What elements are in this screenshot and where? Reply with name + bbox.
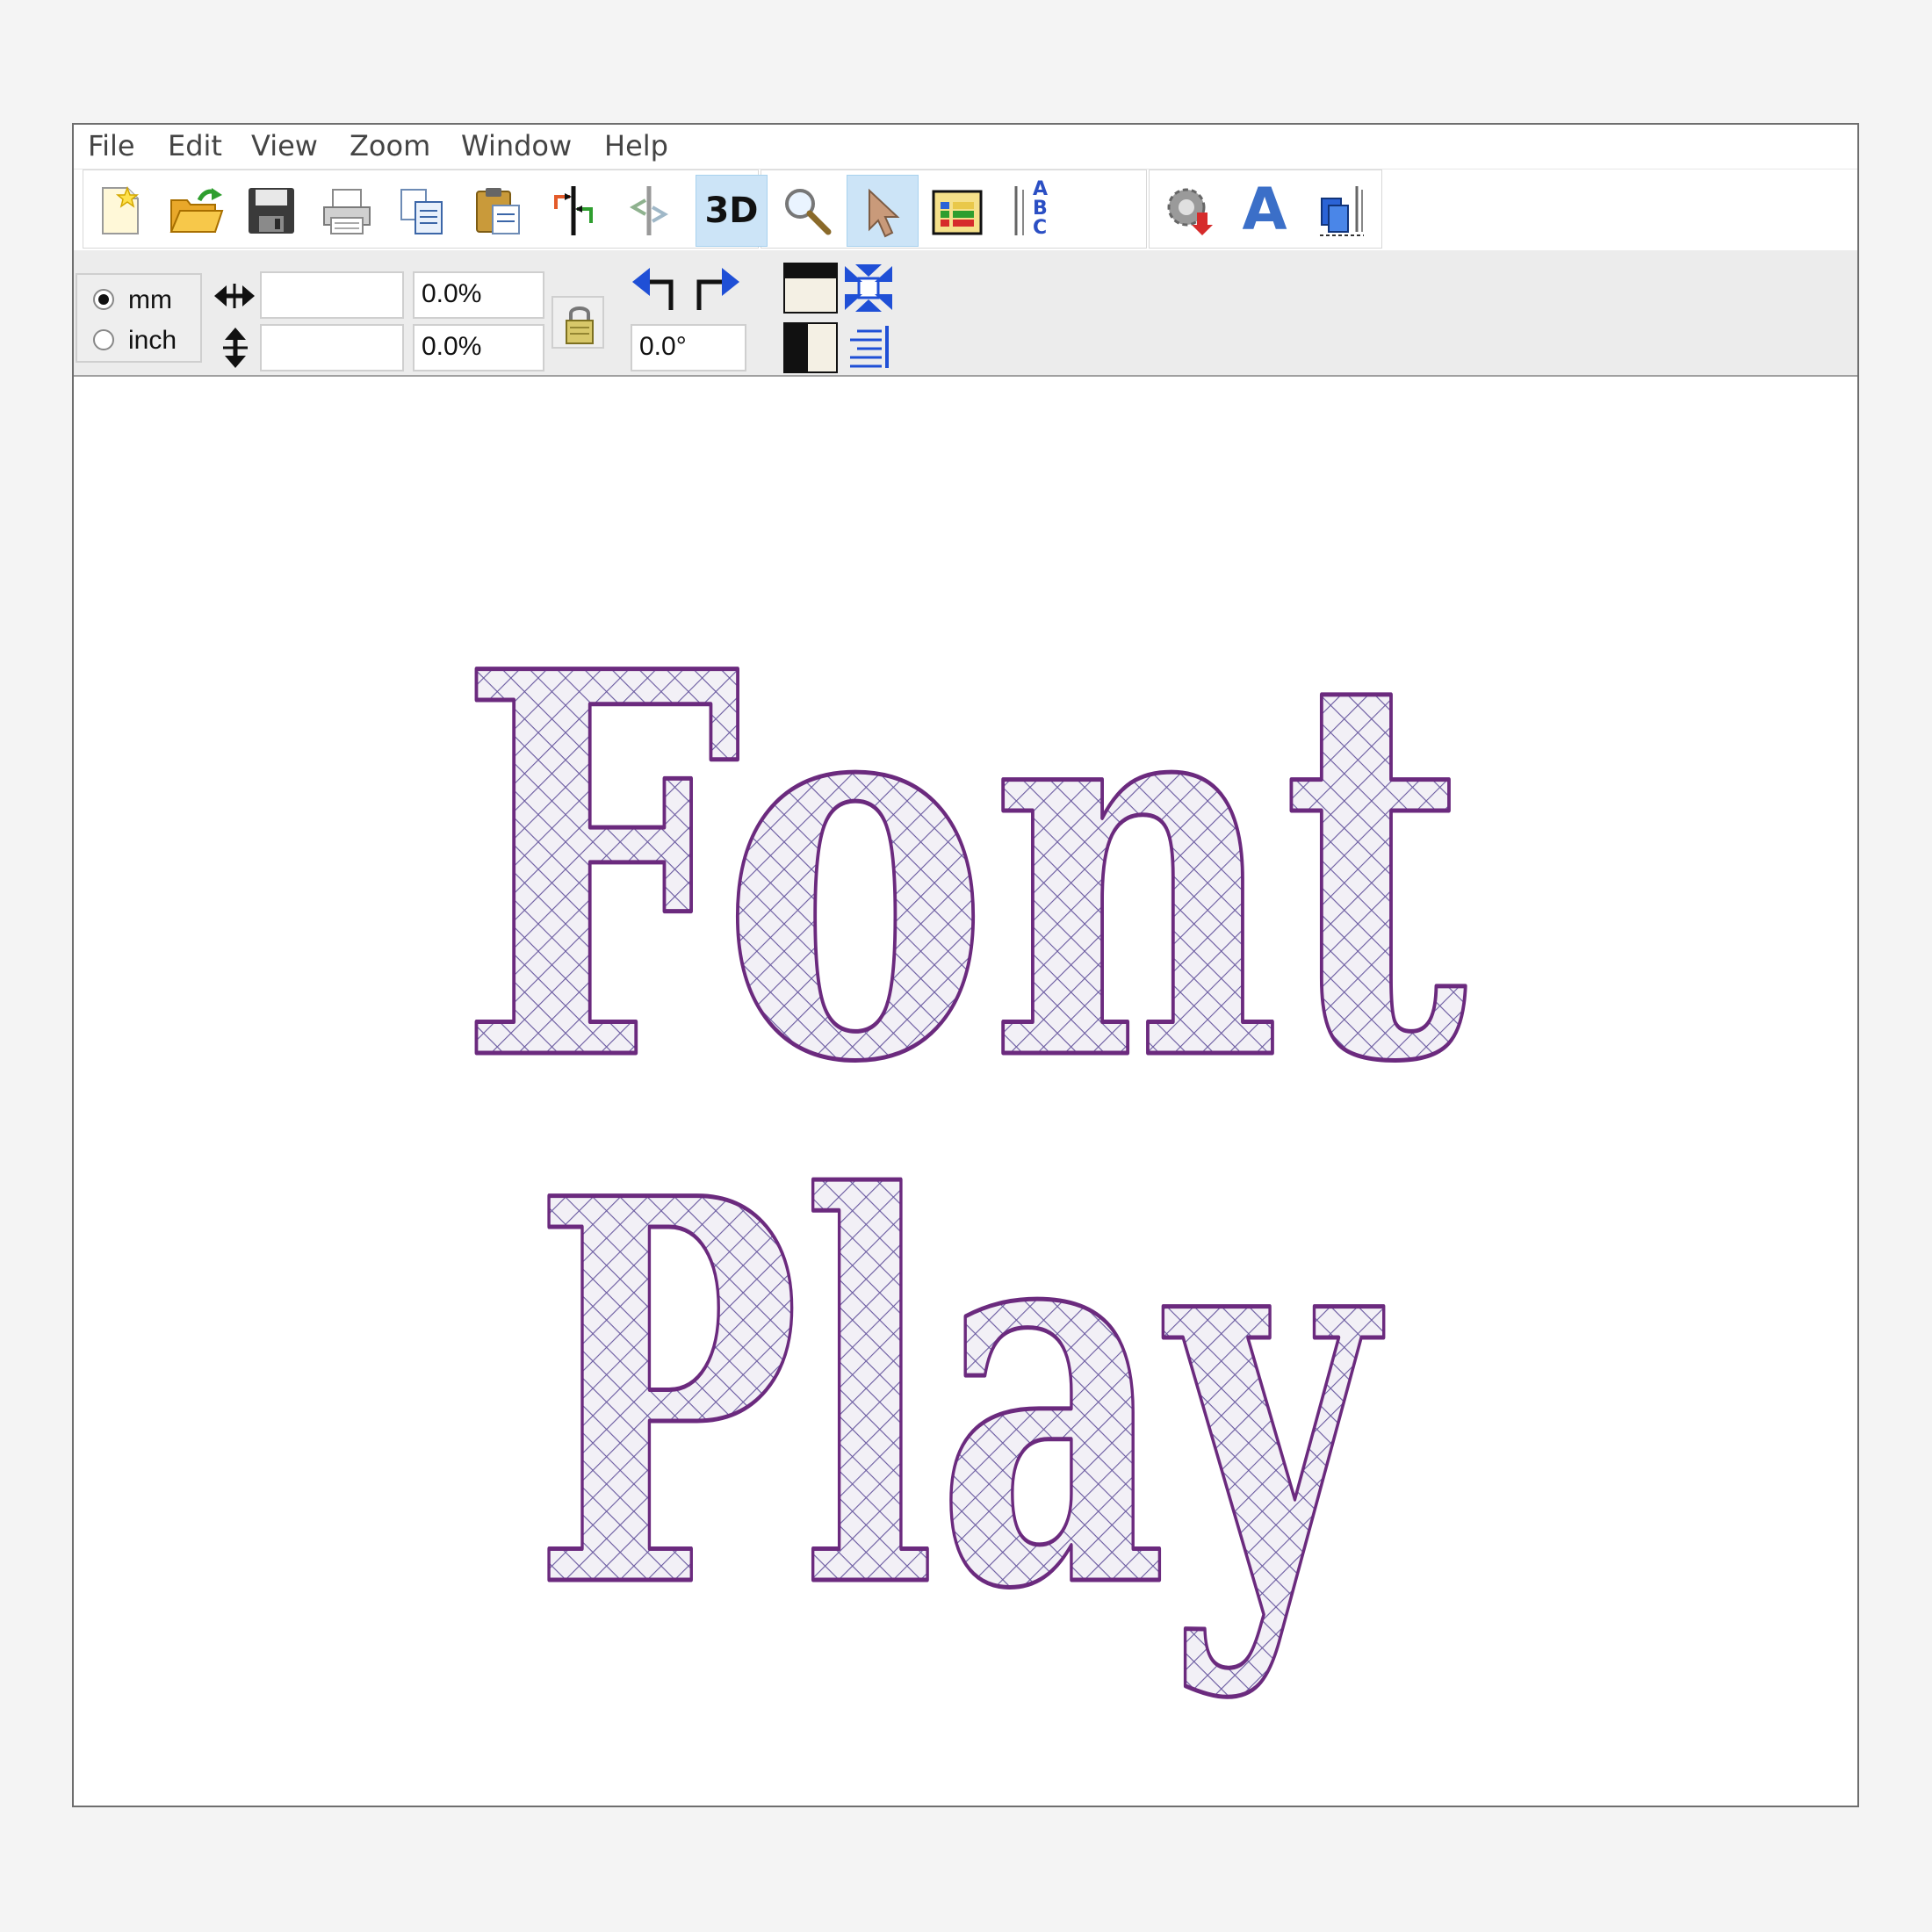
paste-clipboard-icon xyxy=(476,188,520,234)
menu-view[interactable]: View xyxy=(251,128,318,163)
rotation-input[interactable]: 0.0° xyxy=(631,324,746,371)
text-tool-button[interactable]: A xyxy=(1229,175,1301,247)
copy-icon xyxy=(400,189,443,234)
menu-bar: File Edit View Zoom Window Help xyxy=(74,125,1857,169)
design-canvas[interactable]: Font Play xyxy=(74,377,1857,1806)
height-percent-input[interactable]: 0.0% xyxy=(413,324,544,371)
settings-button[interactable] xyxy=(1154,175,1226,247)
center-arrows-icon xyxy=(845,264,892,312)
center-button[interactable] xyxy=(841,261,896,315)
width-arrows-icon xyxy=(214,284,255,308)
rotate-left-button[interactable] xyxy=(631,261,685,315)
flip-horizontal-button[interactable] xyxy=(537,175,609,247)
mirror-vertical-icon xyxy=(629,186,669,235)
color-palette-button[interactable] xyxy=(922,175,994,247)
rotate-right-icon xyxy=(696,268,739,310)
floppy-disk-icon xyxy=(249,188,294,234)
design-text-play[interactable]: Play xyxy=(530,1084,1388,1707)
abc-glyphs: ABC xyxy=(1033,178,1049,239)
print-button[interactable] xyxy=(311,175,383,247)
machine-button[interactable] xyxy=(1305,175,1377,247)
3d-view-label: 3D xyxy=(704,191,759,231)
printer-icon xyxy=(323,189,371,234)
paste-button[interactable] xyxy=(462,175,534,247)
list-align-button[interactable] xyxy=(841,321,896,373)
unit-mm-label: mm xyxy=(128,285,172,314)
list-align-icon xyxy=(850,326,889,368)
menu-help[interactable]: Help xyxy=(604,128,668,163)
zoom-button[interactable] xyxy=(771,175,843,247)
copy-button[interactable] xyxy=(386,175,458,247)
gear-download-icon xyxy=(1167,188,1213,235)
text-tool-icon: A xyxy=(1242,176,1287,243)
width-input[interactable] xyxy=(260,271,404,319)
new-file-icon xyxy=(102,185,140,234)
mirror-horizontal-icon xyxy=(554,186,593,235)
align-top-button[interactable] xyxy=(783,263,838,314)
open-folder-icon xyxy=(169,188,224,233)
rotate-left-icon xyxy=(632,268,674,310)
menu-window[interactable]: Window xyxy=(461,128,572,163)
magnifier-icon xyxy=(785,189,832,235)
main-toolbar: 3D ABC A xyxy=(74,169,1857,250)
embroidery-design[interactable]: Font Play xyxy=(74,377,1857,1806)
property-bar: mm inch 0.0% 0.0% 0.0° xyxy=(74,250,1857,377)
lettering-button[interactable]: ABC xyxy=(998,175,1070,247)
aspect-lock-button[interactable] xyxy=(551,296,604,349)
height-input[interactable] xyxy=(260,324,404,371)
rotate-right-button[interactable] xyxy=(687,261,741,315)
3d-view-button[interactable]: 3D xyxy=(696,175,768,247)
unit-mm-radio[interactable] xyxy=(93,289,114,310)
flip-vertical-button[interactable] xyxy=(613,175,685,247)
align-left-icon xyxy=(785,324,808,371)
align-left-button[interactable] xyxy=(783,322,838,373)
units-group: mm inch xyxy=(76,273,202,363)
new-button[interactable] xyxy=(84,175,156,247)
menu-zoom[interactable]: Zoom xyxy=(350,128,430,163)
open-button[interactable] xyxy=(160,175,232,247)
embroidery-machine-icon xyxy=(1320,186,1364,236)
color-palette-icon xyxy=(932,190,983,235)
padlock-icon xyxy=(566,306,594,344)
pointer-hand-icon xyxy=(869,188,900,238)
align-top-icon xyxy=(785,264,836,278)
save-button[interactable] xyxy=(235,175,307,247)
menu-edit[interactable]: Edit xyxy=(168,128,222,163)
height-arrows-icon xyxy=(223,328,248,368)
menu-file[interactable]: File xyxy=(88,128,135,163)
select-button[interactable] xyxy=(847,175,919,247)
width-percent-input[interactable]: 0.0% xyxy=(413,271,544,319)
unit-inch-label: inch xyxy=(128,326,177,355)
unit-inch-radio[interactable] xyxy=(93,329,114,350)
app-window: File Edit View Zoom Window Help 3D ABC A… xyxy=(72,123,1859,1807)
